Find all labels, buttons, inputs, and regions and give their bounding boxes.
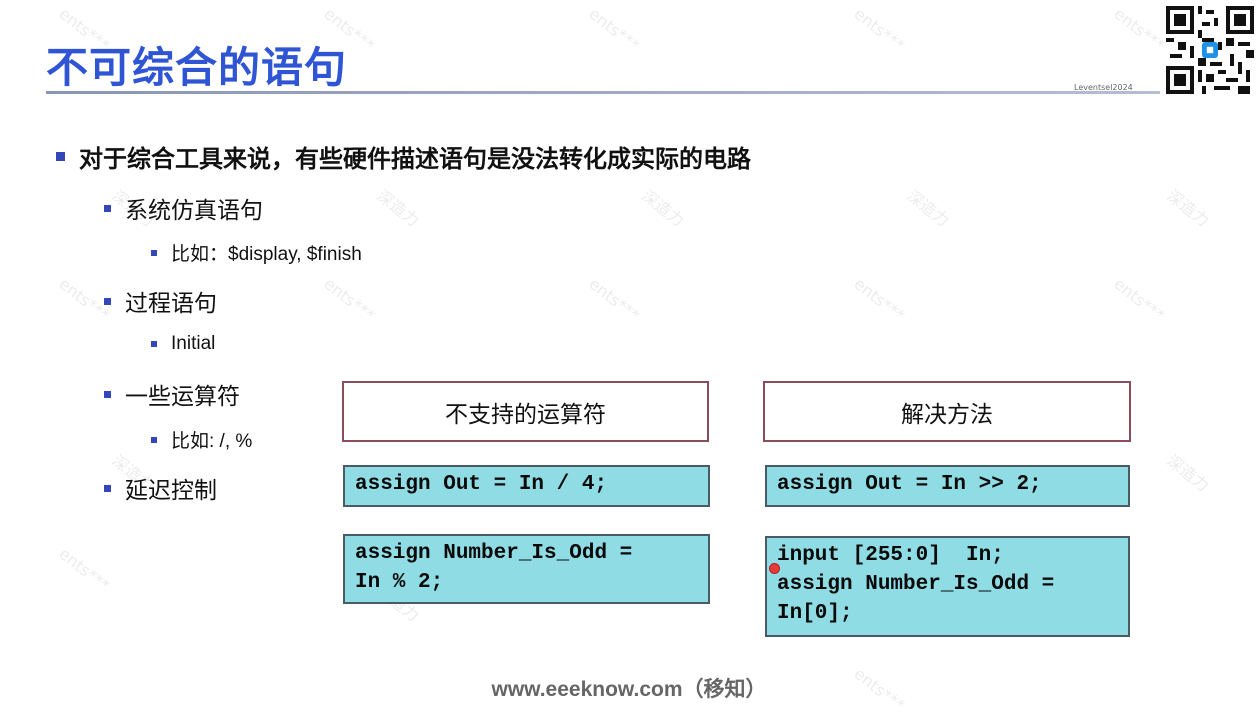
watermark: ents*** bbox=[1110, 273, 1169, 326]
watermark: 深造力 bbox=[1163, 450, 1213, 496]
bullet-marker bbox=[151, 436, 157, 443]
rule-caption: Leventsel2024 bbox=[1074, 83, 1133, 92]
bullet-text: Initial bbox=[171, 333, 216, 354]
bullet-marker bbox=[104, 297, 111, 305]
bullet-text: 对于综合工具来说，有些硬件描述语句是没法转化成实际的电路 bbox=[79, 145, 751, 173]
bullet-marker bbox=[151, 249, 157, 256]
bullet-sys-sim: 系统仿真语句 bbox=[104, 191, 263, 225]
header-text: 不支持的运算符 bbox=[445, 401, 606, 428]
bullet-text: 延迟控制 bbox=[125, 478, 217, 504]
bullet-text: 过程语句 bbox=[125, 291, 217, 317]
bullet-marker bbox=[104, 390, 111, 398]
unsupported-operators-header: 不支持的运算符 bbox=[342, 381, 709, 442]
bullet-marker bbox=[104, 484, 111, 492]
bullet-delay: 延迟控制 bbox=[104, 471, 217, 505]
bullet-procedure-example: Initial bbox=[151, 333, 215, 355]
cursor-pointer-icon bbox=[769, 563, 780, 574]
bullet-text: 比如：$display, $finish bbox=[171, 244, 362, 265]
bullet-procedure: 过程语句 bbox=[104, 284, 217, 318]
solution-code-shift: assign Out = In >> 2; bbox=[765, 465, 1130, 507]
watermark: 深造力 bbox=[903, 185, 953, 231]
watermark: 深造力 bbox=[1163, 185, 1213, 231]
watermark: ents*** bbox=[1110, 3, 1169, 56]
bullet-main: 对于综合工具来说，有些硬件描述语句是没法转化成实际的电路 bbox=[56, 139, 751, 174]
slide-title: 不可综合的语句 bbox=[46, 43, 348, 92]
bullet-marker bbox=[104, 204, 111, 212]
watermark: 深造力 bbox=[373, 185, 423, 231]
footer-url: www.eeeknow.com（移知） bbox=[491, 678, 767, 701]
bullet-sys-sim-example: 比如：$display, $finish bbox=[151, 239, 362, 266]
bullet-text: 系统仿真语句 bbox=[125, 198, 263, 224]
unsupported-code-division: assign Out = In / 4; bbox=[343, 465, 710, 507]
watermark: ents*** bbox=[585, 3, 644, 56]
watermark: ents*** bbox=[850, 273, 909, 326]
qr-code-icon bbox=[1166, 6, 1254, 94]
unsupported-code-modulo: assign Number_Is_Odd = In % 2; bbox=[343, 534, 710, 604]
header-text: 解决方法 bbox=[901, 401, 993, 428]
watermark: ents*** bbox=[55, 543, 114, 596]
bullet-text: 一些运算符 bbox=[125, 384, 240, 410]
bullet-marker bbox=[56, 152, 65, 161]
bullet-marker bbox=[151, 341, 157, 347]
bullet-operators: 一些运算符 bbox=[104, 377, 240, 411]
watermark: ents*** bbox=[320, 273, 379, 326]
watermark: ents*** bbox=[585, 273, 644, 326]
solution-header: 解决方法 bbox=[763, 381, 1131, 442]
watermark: ents*** bbox=[850, 3, 909, 56]
title-underline bbox=[46, 91, 1160, 94]
bullet-text: 比如: /, % bbox=[171, 431, 253, 452]
solution-code-bit-select: input [255:0] In; assign Number_Is_Odd =… bbox=[765, 536, 1130, 637]
watermark: 深造力 bbox=[638, 185, 688, 231]
bullet-operators-example: 比如: /, % bbox=[151, 426, 252, 453]
